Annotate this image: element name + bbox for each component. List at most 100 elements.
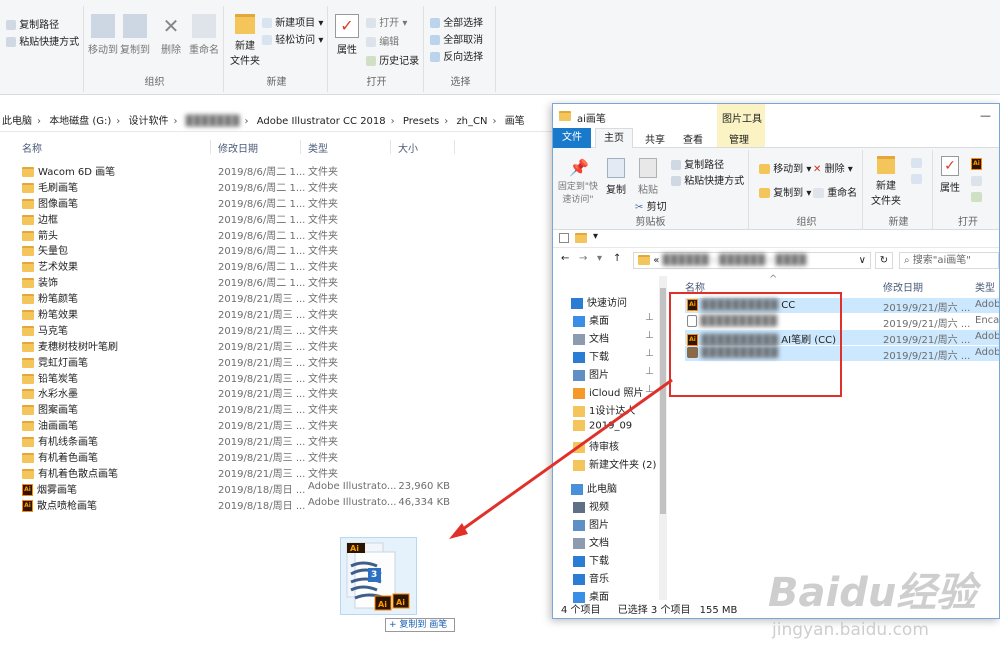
edit-icon[interactable] [971, 176, 982, 186]
delete-button[interactable]: ✕ 删除 ▾ [813, 160, 853, 175]
select-none-button[interactable]: 全部取消 [430, 31, 483, 46]
copy-path-button[interactable]: 复制路径 [6, 16, 59, 31]
column-header-type[interactable]: 类型 [308, 140, 328, 155]
table-row[interactable]: 有机线条画笔 2019/8/21/周三 ... 文件夹 [18, 432, 468, 448]
new-folder-button[interactable]: 新建 文件夹 [869, 156, 903, 207]
paste-shortcut-button[interactable]: 粘贴快捷方式 [6, 33, 79, 48]
pin-icon[interactable]: ⊥ [645, 384, 654, 395]
nav-item[interactable]: 待审核 [573, 438, 619, 453]
invert-selection-button[interactable]: 反向选择 [430, 48, 483, 63]
nav-item[interactable]: 2019_09 [573, 420, 632, 432]
checkbox-icon[interactable] [559, 233, 569, 243]
up-arrow-icon[interactable]: ↑ [613, 253, 621, 264]
open-button[interactable]: 打开 ▾ [366, 14, 407, 29]
easy-access-icon[interactable] [911, 174, 922, 184]
cut-button[interactable]: ✂ 剪切 [635, 198, 667, 213]
tab-manage[interactable]: 管理 [729, 131, 749, 146]
nav-item[interactable]: 视频 [573, 498, 609, 513]
table-row[interactable]: 矢量包 2019/8/6/周二 1... 文件夹 [18, 241, 468, 257]
table-row[interactable]: 图像画笔 2019/8/6/周二 1... 文件夹 [18, 194, 468, 210]
column-divider[interactable] [454, 140, 455, 154]
scrollbar-thumb[interactable] [660, 288, 666, 514]
table-row[interactable]: 粉笔颜笔 2019/8/21/周三 ... 文件夹 [18, 289, 468, 305]
minimize-button[interactable]: — [980, 109, 991, 122]
forward-arrow-icon[interactable]: → [579, 253, 587, 264]
nav-item[interactable]: 下载 [573, 552, 609, 567]
history-button[interactable]: 历史记录 [366, 52, 419, 67]
pin-icon[interactable]: ⊥ [645, 312, 654, 323]
table-row[interactable]: Ai 散点喷枪画笔 2019/8/18/周日 ... Adobe Illustrato… [18, 496, 468, 512]
properties-button[interactable]: ✓ 属性 [332, 14, 362, 56]
open-with-illustrator-icon[interactable]: Ai [971, 158, 982, 170]
nav-item[interactable]: 图片 [573, 516, 609, 531]
table-row[interactable]: 箭头 2019/8/6/周二 1... 文件夹 [18, 226, 468, 242]
nav-item[interactable]: iCloud 照片 [573, 384, 644, 399]
nav-item[interactable]: 桌面 [573, 588, 609, 603]
nav-item[interactable]: 此电脑 [571, 480, 617, 495]
history-icon[interactable] [971, 192, 982, 202]
new-item-icon[interactable] [911, 158, 922, 168]
table-row[interactable]: 边框 2019/8/6/周二 1... 文件夹 [18, 210, 468, 226]
address-input[interactable]: « ██████ › ██████ › ████ ∨ [633, 252, 871, 269]
column-header-size[interactable]: 大小 [398, 140, 418, 155]
pin-icon[interactable]: ⊥ [645, 366, 654, 377]
nav-item[interactable]: 下载 [573, 348, 609, 363]
move-to-button[interactable]: 移动到 [86, 14, 120, 56]
tab-share[interactable]: 共享 [645, 131, 665, 146]
nav-item[interactable]: 文档 [573, 330, 609, 345]
column-header-date[interactable]: 修改日期 [218, 140, 258, 155]
table-row[interactable]: 艺术效果 2019/8/6/周二 1... 文件夹 [18, 257, 468, 273]
folder-icon[interactable] [575, 233, 587, 243]
breadcrumb-item[interactable]: 画笔 [505, 116, 525, 127]
edit-button[interactable]: 编辑 [366, 33, 399, 48]
table-row[interactable]: 水彩水墨 2019/8/21/周三 ... 文件夹 [18, 384, 468, 400]
nav-item[interactable]: 快速访问 [571, 294, 627, 309]
nav-item[interactable]: 音乐 [573, 570, 609, 585]
paste-button[interactable]: 粘贴 [633, 158, 663, 196]
copy-button[interactable]: 复制 [601, 158, 631, 196]
breadcrumb[interactable]: 此电脑 › 本地磁盘 (G:) › 设计软件 › ███████ › Adobe Ill… [0, 112, 552, 132]
breadcrumb-item[interactable]: Adobe Illustrator CC 2018 [257, 116, 386, 127]
tab-home[interactable]: 主页 [595, 128, 633, 149]
breadcrumb-item[interactable]: zh_CN [456, 116, 487, 127]
table-row[interactable]: 油画画笔 2019/8/21/周三 ... 文件夹 [18, 416, 468, 432]
column-divider[interactable] [390, 140, 391, 154]
table-row[interactable]: 粉笔效果 2019/8/21/周三 ... 文件夹 [18, 305, 468, 321]
table-row[interactable]: 装饰 2019/8/6/周二 1... 文件夹 [18, 273, 468, 289]
nav-item[interactable]: 1设计达人 [573, 402, 635, 417]
column-header-name[interactable]: 名称 [22, 140, 42, 155]
easy-access-button[interactable]: 轻松访问 ▾ [262, 31, 323, 46]
pin-icon[interactable]: ⊥ [645, 330, 654, 341]
pin-quick-access-button[interactable]: 📌 固定到"快 速访问" [555, 158, 601, 205]
table-row[interactable]: 麦穗树枝树叶笔刷 2019/8/21/周三 ... 文件夹 [18, 337, 468, 353]
table-row[interactable]: 有机着色散点画笔 2019/8/21/周三 ... 文件夹 [18, 464, 468, 480]
nav-item[interactable]: 新建文件夹 (2) [573, 456, 656, 471]
new-folder-button[interactable]: 新建 文件夹 [228, 14, 262, 67]
column-divider[interactable] [210, 140, 211, 154]
title-bar[interactable]: ai画笔 — [553, 104, 999, 128]
column-header-date[interactable]: 修改日期 [883, 279, 923, 294]
table-row[interactable]: 马克笔 2019/8/21/周三 ... 文件夹 [18, 321, 468, 337]
paste-shortcut-button[interactable]: 粘贴快捷方式 [671, 172, 744, 187]
breadcrumb-item[interactable]: 此电脑 [2, 116, 32, 127]
move-to-button[interactable]: 移动到 ▾ [759, 160, 811, 175]
refresh-button[interactable]: ↻ [875, 252, 893, 269]
tab-view[interactable]: 查看 [683, 131, 703, 146]
pin-icon[interactable]: ⊥ [645, 348, 654, 359]
recent-chevron-icon[interactable]: ▾ [597, 253, 602, 264]
delete-button[interactable]: ✕ 删除 [156, 14, 186, 56]
copy-to-button[interactable]: 复制到 [118, 14, 152, 56]
breadcrumb-item[interactable]: 设计软件 [128, 116, 168, 127]
copy-path-button[interactable]: 复制路径 [671, 156, 724, 171]
breadcrumb-item[interactable]: 本地磁盘 (G:) [49, 116, 111, 127]
address-dropdown-icon[interactable]: ∨ [859, 253, 866, 268]
properties-button[interactable]: ✓ 属性 [935, 156, 965, 194]
table-row[interactable]: 毛刷画笔 2019/8/6/周二 1... 文件夹 [18, 178, 468, 194]
nav-item[interactable]: 桌面 [573, 312, 609, 327]
copy-to-button[interactable]: 复制到 ▾ [759, 184, 811, 199]
breadcrumb-item[interactable]: Presets [403, 116, 439, 127]
nav-item[interactable]: 文档 [573, 534, 609, 549]
column-header-type[interactable]: 类型 [975, 279, 995, 294]
select-all-button[interactable]: 全部选择 [430, 14, 483, 29]
back-arrow-icon[interactable]: ← [561, 253, 569, 264]
